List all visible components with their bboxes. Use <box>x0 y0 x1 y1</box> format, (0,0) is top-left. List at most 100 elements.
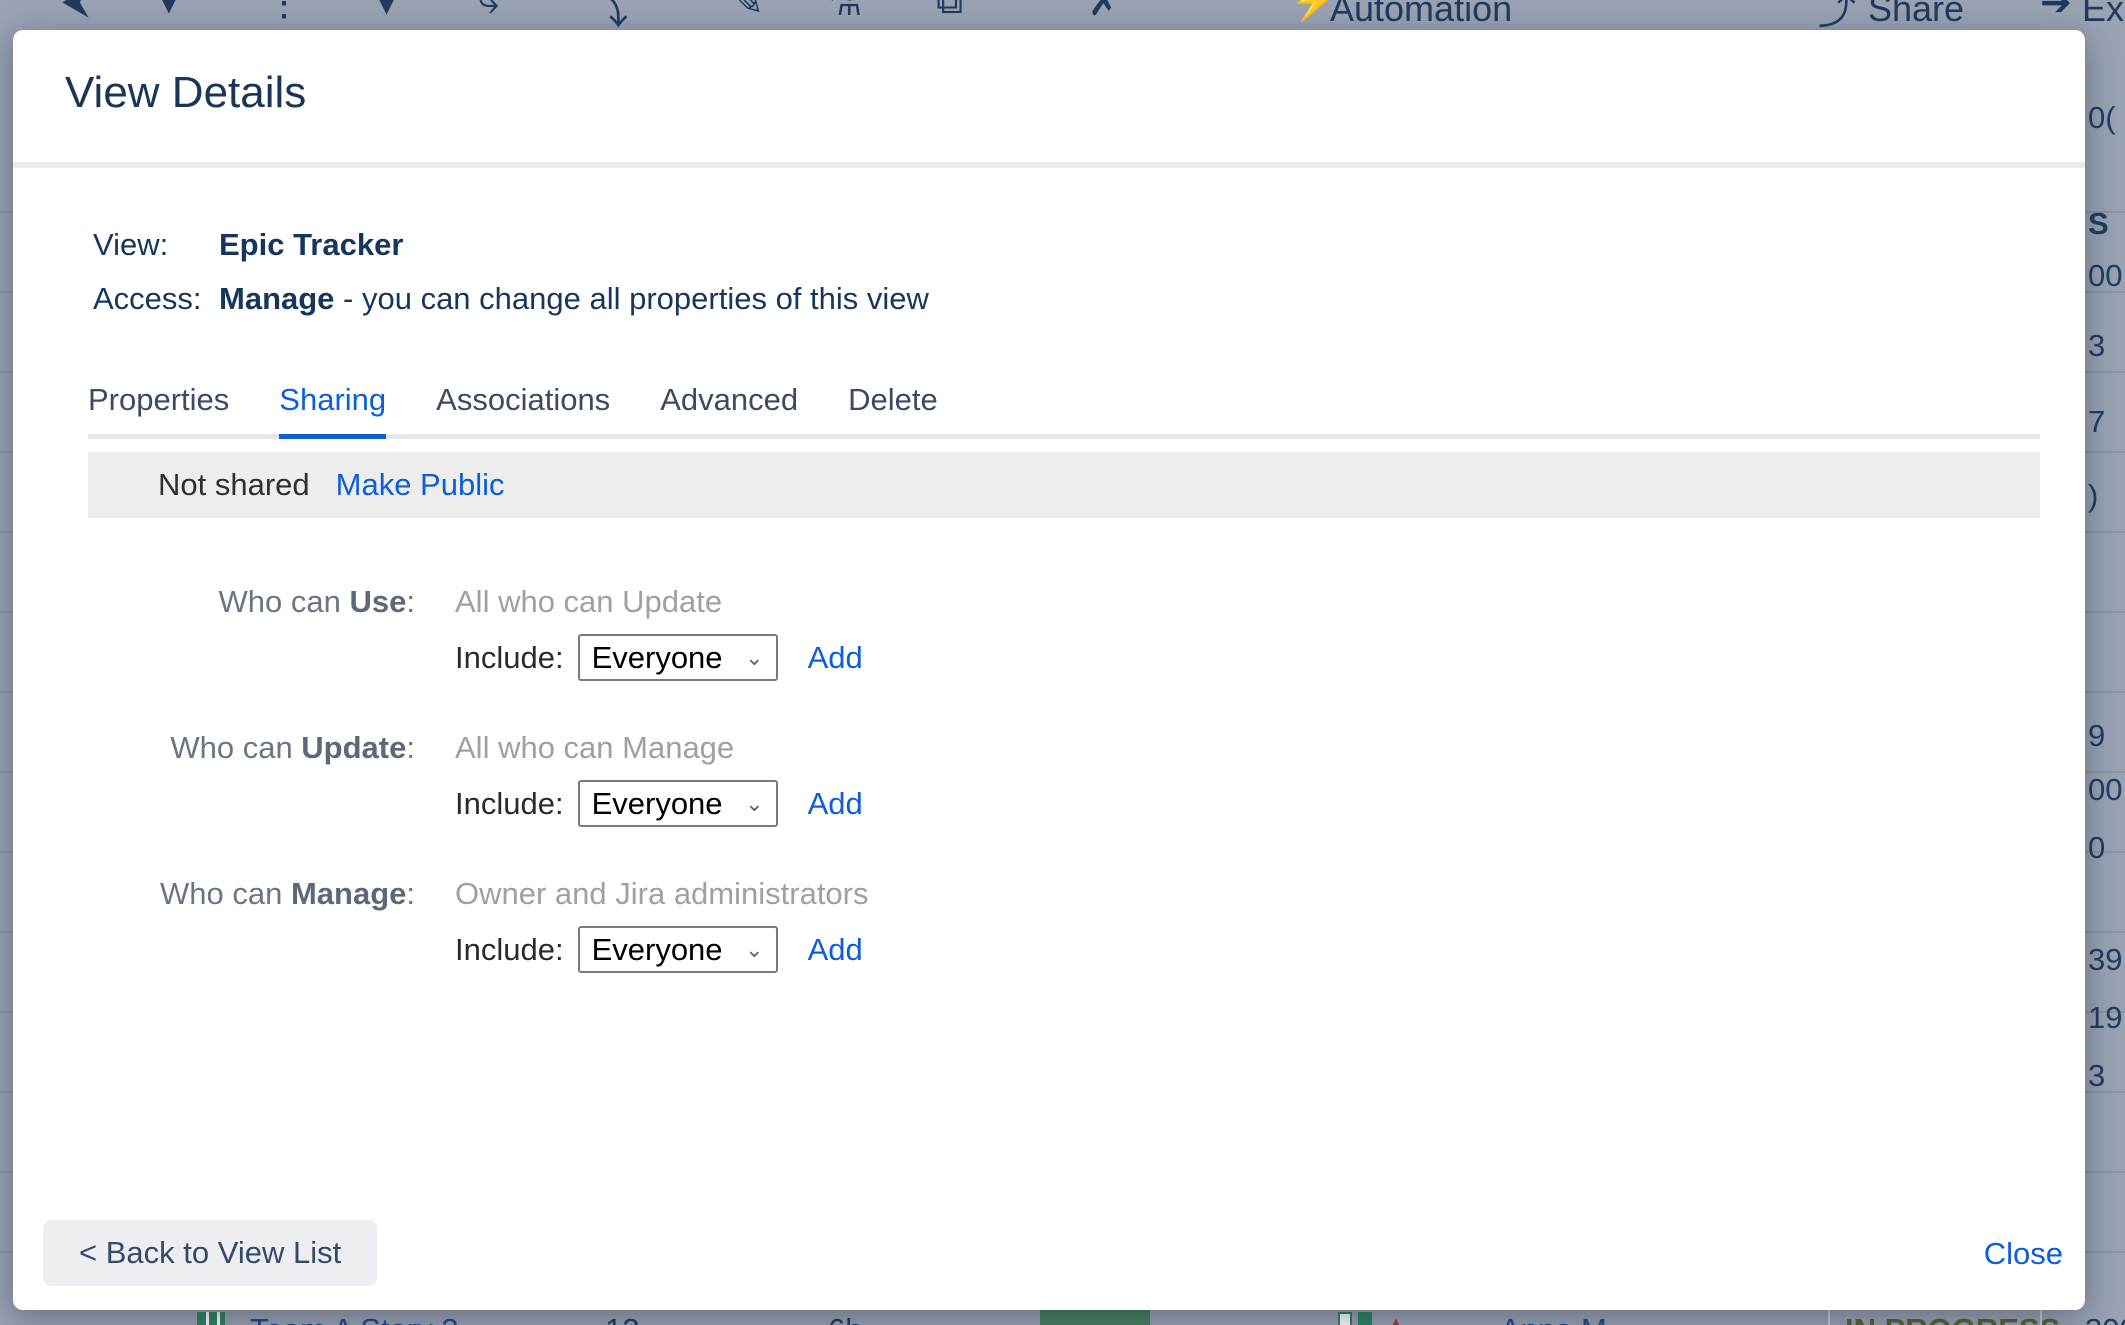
access-level: Manage <box>219 281 334 316</box>
who-can-update-label: Who can Update: <box>88 728 415 768</box>
add-update-link[interactable]: Add <box>808 786 863 822</box>
tab-delete[interactable]: Delete <box>848 382 938 434</box>
select-value: Everyone <box>592 640 723 676</box>
include-row: Include: Everyone ⌄ Add <box>455 780 863 827</box>
include-manage-select[interactable]: Everyone ⌄ <box>578 926 778 973</box>
permission-update: Who can Update: All who can Manage Inclu… <box>88 728 863 827</box>
update-description: All who can Manage <box>455 728 734 768</box>
select-value: Everyone <box>592 786 723 822</box>
label-bold: Update <box>301 730 406 765</box>
include-label: Include: <box>455 932 564 968</box>
bg-number: 300 <box>2085 1312 2125 1325</box>
bg-fragment: 00 <box>2088 772 2122 808</box>
chart-bars-icon <box>197 1312 225 1325</box>
copy-icon: ⧉ <box>936 0 963 23</box>
label-suffix: : <box>406 584 415 619</box>
bg-status: IN PROGRESS <box>1845 1312 2060 1325</box>
cut-icon: ⤷ <box>478 0 499 23</box>
label-prefix: Who can <box>170 730 301 765</box>
header-divider <box>13 162 2085 168</box>
label-bold: Use <box>350 584 407 619</box>
include-row: Include: Everyone ⌄ Add <box>455 634 863 681</box>
include-update-select[interactable]: Everyone ⌄ <box>578 780 778 827</box>
bg-fragment: 19 <box>2088 1000 2122 1036</box>
view-info: View:Epic Tracker Access:Manage - you ca… <box>93 218 929 326</box>
bg-fragment: 3 <box>2088 328 2105 364</box>
edit-icon: ⤵ <box>590 0 628 30</box>
share-label: Share <box>1868 0 1964 30</box>
chevron-down-icon: ⌄ <box>745 645 763 671</box>
add-manage-link[interactable]: Add <box>808 932 863 968</box>
tab-associations[interactable]: Associations <box>436 382 610 434</box>
bg-assignee: Anna M. <box>1500 1312 1615 1325</box>
add-use-link[interactable]: Add <box>808 640 863 676</box>
label-suffix: : <box>406 876 415 911</box>
include-label: Include: <box>455 640 564 676</box>
export-icon: ➔ <box>2040 0 2072 25</box>
priority-up-icon: ▲ <box>1382 1310 1410 1325</box>
who-can-manage-label: Who can Manage: <box>88 874 415 914</box>
access-label: Access: <box>93 272 219 326</box>
pencil-icon: ✎ <box>732 0 764 25</box>
automation-label: Automation <box>1330 0 1512 30</box>
access-description: - you can change all properties of this … <box>334 281 928 316</box>
status-flag-icon <box>1358 1312 1372 1325</box>
label-suffix: : <box>406 730 415 765</box>
chevron-down-icon: ▼ <box>150 0 188 23</box>
status-flag-icon <box>1338 1312 1352 1325</box>
pin-icon: ▾ <box>377 0 396 25</box>
background-right-column: 0( S 00 3 7 ) 9 00 0 39 19 3 <box>2085 0 2125 1325</box>
include-label: Include: <box>455 786 564 822</box>
select-value: Everyone <box>592 932 723 968</box>
bg-fragment: S <box>2088 206 2109 242</box>
permission-manage-row: Who can Manage: Owner and Jira administr… <box>88 874 869 914</box>
scissors-icon: ✗ <box>1088 0 1120 25</box>
dialog-title: View Details <box>65 68 306 118</box>
permission-use: Who can Use: All who can Update Include:… <box>88 582 863 681</box>
tools-icon: ⚗ <box>828 0 862 25</box>
background-bottom-row: Team A Story 2 12 6h ▲ Anna M. IN PROGRE… <box>0 1310 2125 1325</box>
bg-estimate: 12 <box>605 1312 639 1325</box>
tab-properties[interactable]: Properties <box>88 382 229 434</box>
view-details-dialog: View Details View:Epic Tracker Access:Ma… <box>13 30 2085 1310</box>
view-row: View:Epic Tracker <box>93 218 929 272</box>
share-status-banner: Not shared Make Public <box>88 452 2040 518</box>
access-row: Access:Manage - you can change all prope… <box>93 272 929 326</box>
permission-manage: Who can Manage: Owner and Jira administr… <box>88 874 869 973</box>
label-prefix: Who can <box>160 876 291 911</box>
tab-advanced[interactable]: Advanced <box>660 382 798 434</box>
bg-fragment: ) <box>2088 478 2098 514</box>
bg-fragment: 0( <box>2088 100 2116 136</box>
make-public-link[interactable]: Make Public <box>336 467 505 503</box>
column-divider <box>2040 1310 2042 1325</box>
column-divider <box>1828 1310 1830 1325</box>
who-can-use-label: Who can Use: <box>88 582 415 622</box>
close-link[interactable]: Close <box>1984 1236 2063 1272</box>
include-row: Include: Everyone ⌄ Add <box>455 926 869 973</box>
manage-description: Owner and Jira administrators <box>455 874 869 914</box>
bg-issue-link: Team A Story 2 <box>250 1312 459 1325</box>
dots-icon: ⋮ <box>265 0 303 25</box>
bg-fragment: 9 <box>2088 718 2105 754</box>
label-prefix: Who can <box>219 584 350 619</box>
include-use-select[interactable]: Everyone ⌄ <box>578 634 778 681</box>
share-status: Not shared <box>158 467 310 503</box>
view-label: View: <box>93 218 219 272</box>
bg-fragment: 00 <box>2088 258 2122 294</box>
label-bold: Manage <box>291 876 406 911</box>
bg-fragment: 3 <box>2088 1058 2105 1094</box>
chevron-down-icon: ⌄ <box>745 937 763 963</box>
back-arrow-icon: ⮜ <box>62 0 89 23</box>
chevron-down-icon: ⌄ <box>745 791 763 817</box>
bg-fragment: 0 <box>2088 830 2105 866</box>
bg-fragment: 39 <box>2088 942 2122 978</box>
permission-update-row: Who can Update: All who can Manage <box>88 728 863 768</box>
share-icon: ⤴ <box>1818 0 1856 30</box>
back-to-view-list-button[interactable]: < Back to View List <box>43 1220 377 1286</box>
tab-sharing[interactable]: Sharing <box>279 382 386 434</box>
bg-time: 6h <box>828 1312 862 1325</box>
use-description: All who can Update <box>455 582 722 622</box>
permission-use-row: Who can Use: All who can Update <box>88 582 863 622</box>
dialog-tabs: Properties Sharing Associations Advanced… <box>88 382 2040 439</box>
view-name: Epic Tracker <box>219 227 403 262</box>
